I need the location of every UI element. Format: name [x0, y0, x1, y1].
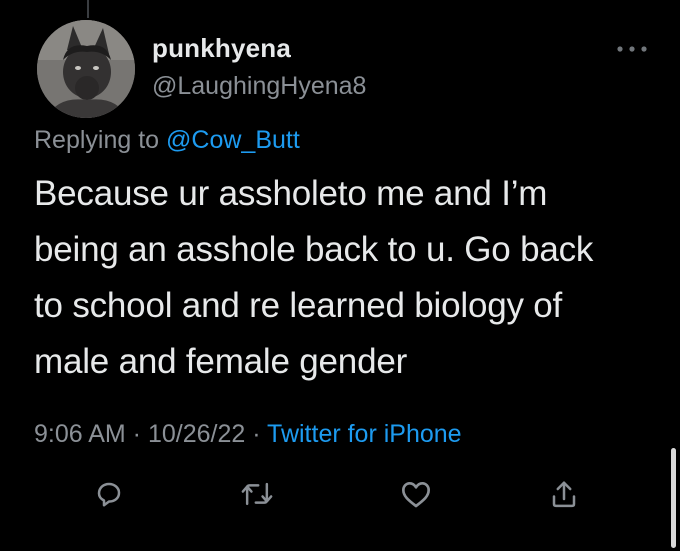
- retweet-icon: [241, 482, 273, 506]
- avatar-image: [37, 20, 135, 118]
- replying-to-line: Replying to @Cow_Butt: [34, 126, 300, 155]
- retweet-button[interactable]: [237, 474, 277, 514]
- display-name[interactable]: punkhyena: [152, 33, 291, 64]
- user-handle[interactable]: @LaughingHyena8: [152, 72, 366, 101]
- tweet-text: Because ur assholeto me and I’m being an…: [34, 174, 594, 381]
- like-button[interactable]: [396, 474, 436, 514]
- meta-separator: ·: [125, 420, 148, 448]
- tweet-meta: 9:06 AM · 10/26/22 · Twitter for iPhone: [34, 420, 462, 449]
- tweet-time: 9:06 AM: [34, 420, 126, 448]
- meta-separator: ·: [245, 420, 268, 448]
- share-button[interactable]: [544, 474, 584, 514]
- tweet-source-link[interactable]: Twitter for iPhone: [267, 420, 462, 448]
- replying-to-label: Replying to: [34, 126, 167, 154]
- reply-icon: [97, 482, 121, 507]
- replying-to-mention-link[interactable]: @Cow_Butt: [166, 126, 300, 154]
- share-icon: [552, 481, 576, 508]
- tweet-date: 10/26/22: [147, 420, 246, 448]
- more-dots-icon: [617, 46, 647, 52]
- more-options-button[interactable]: [612, 38, 652, 60]
- scrollbar-thumb[interactable]: [671, 448, 676, 548]
- heart-icon: [402, 482, 430, 508]
- thread-connector-line: [87, 0, 89, 18]
- reply-button[interactable]: [89, 474, 129, 514]
- avatar[interactable]: [37, 20, 135, 118]
